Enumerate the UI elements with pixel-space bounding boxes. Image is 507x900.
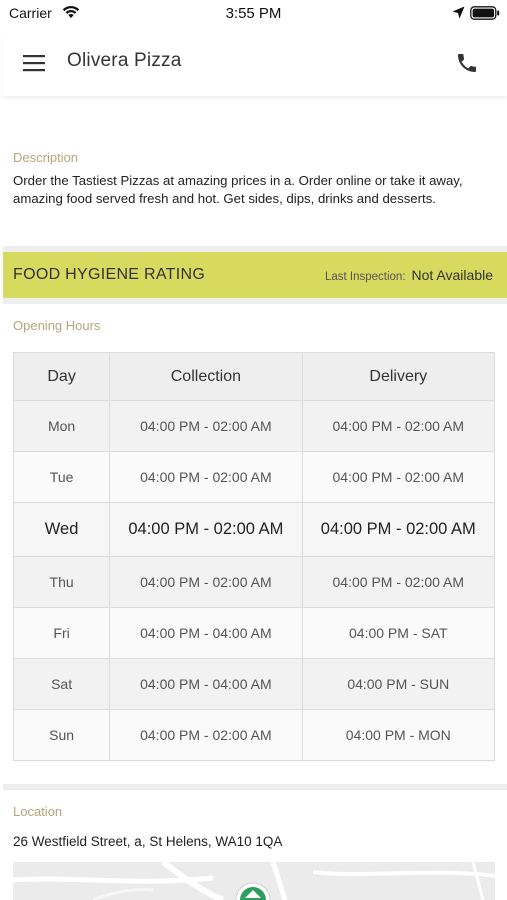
column-header-day: Day xyxy=(12,352,111,401)
day-cell: Sun xyxy=(12,709,111,761)
location-label: Location xyxy=(13,804,63,819)
last-inspection: Last Inspection: Not Available xyxy=(325,267,493,283)
collection-hours-cell: 04:00 PM - 02:00 AM xyxy=(109,400,303,452)
table-header-row: Day Collection Delivery xyxy=(12,352,496,401)
location-map[interactable] xyxy=(13,862,495,900)
description-label: Description xyxy=(13,150,79,165)
opening-hours-table: Day Collection Delivery Mon 04:00 PM - 0… xyxy=(12,352,496,761)
collection-hours-cell: 04:00 PM - 02:00 AM xyxy=(109,709,303,761)
delivery-hours-cell: 04:00 PM - SAT xyxy=(301,607,496,659)
table-row: Sat 04:00 PM - 04:00 AM 04:00 PM - SUN xyxy=(12,658,496,710)
collection-hours-cell: 04:00 PM - 04:00 AM xyxy=(109,607,303,659)
delivery-hours-cell: 04:00 PM - 02:00 AM xyxy=(301,556,496,608)
day-cell: Sat xyxy=(12,658,111,710)
table-row: Thu 04:00 PM - 02:00 AM 04:00 PM - 02:00… xyxy=(12,556,496,608)
delivery-hours-cell: 04:00 PM - 02:00 AM xyxy=(301,502,496,557)
collection-hours-cell: 04:00 PM - 02:00 AM xyxy=(109,451,303,503)
collection-hours-cell: 04:00 PM - 04:00 AM xyxy=(109,658,303,710)
restaurant-title: Olivera Pizza xyxy=(67,50,182,71)
phone-icon[interactable] xyxy=(455,50,479,76)
last-inspection-label: Last Inspection: xyxy=(324,271,406,283)
collection-hours-cell: 04:00 PM - 02:00 AM xyxy=(109,502,303,557)
delivery-hours-cell: 04:00 PM - 02:00 AM xyxy=(301,451,496,503)
battery-icon xyxy=(470,6,500,20)
hygiene-title: FOOD HYGIENE RATING xyxy=(13,266,206,283)
food-hygiene-banner: FOOD HYGIENE RATING Last Inspection: Not … xyxy=(3,252,507,298)
opening-hours-label: Opening Hours xyxy=(13,318,101,333)
day-cell: Thu xyxy=(12,556,111,608)
app-header: Olivera Pizza xyxy=(3,34,507,96)
delivery-hours-cell: 04:00 PM - 02:00 AM xyxy=(301,400,496,452)
table-row: Tue 04:00 PM - 02:00 AM 04:00 PM - 02:00… xyxy=(12,451,496,503)
table-row: Mon 04:00 PM - 02:00 AM 04:00 PM - 02:00… xyxy=(12,400,496,452)
delivery-hours-cell: 04:00 PM - MON xyxy=(301,709,496,761)
location-arrow-icon xyxy=(452,6,465,19)
last-inspection-value: Not Available xyxy=(411,267,493,283)
section-divider xyxy=(3,298,507,304)
status-bar: Carrier 3:55 PM xyxy=(0,0,507,28)
column-header-collection: Collection xyxy=(109,352,303,401)
location-address: 26 Westfield Street, a, St Helens, WA10 … xyxy=(13,834,283,849)
day-cell: Tue xyxy=(12,451,111,503)
description-text: Order the Tastiest Pizzas at amazing pri… xyxy=(13,173,463,206)
status-time: 3:55 PM xyxy=(225,5,282,22)
day-cell: Mon xyxy=(12,400,111,452)
day-cell: Wed xyxy=(12,502,111,557)
table-row: Fri 04:00 PM - 04:00 AM 04:00 PM - SAT xyxy=(12,607,496,659)
collection-hours-cell: 04:00 PM - 02:00 AM xyxy=(109,556,303,608)
table-row: Sun 04:00 PM - 02:00 AM 04:00 PM - MON xyxy=(12,709,496,761)
map-pin-icon xyxy=(235,882,271,900)
delivery-hours-cell: 04:00 PM - SUN xyxy=(301,658,496,710)
column-header-delivery: Delivery xyxy=(301,352,496,401)
day-cell: Fri xyxy=(12,607,111,659)
section-divider xyxy=(3,784,507,790)
table-row-today: Wed 04:00 PM - 02:00 AM 04:00 PM - 02:00… xyxy=(12,502,496,557)
hamburger-menu-icon[interactable] xyxy=(22,53,46,73)
